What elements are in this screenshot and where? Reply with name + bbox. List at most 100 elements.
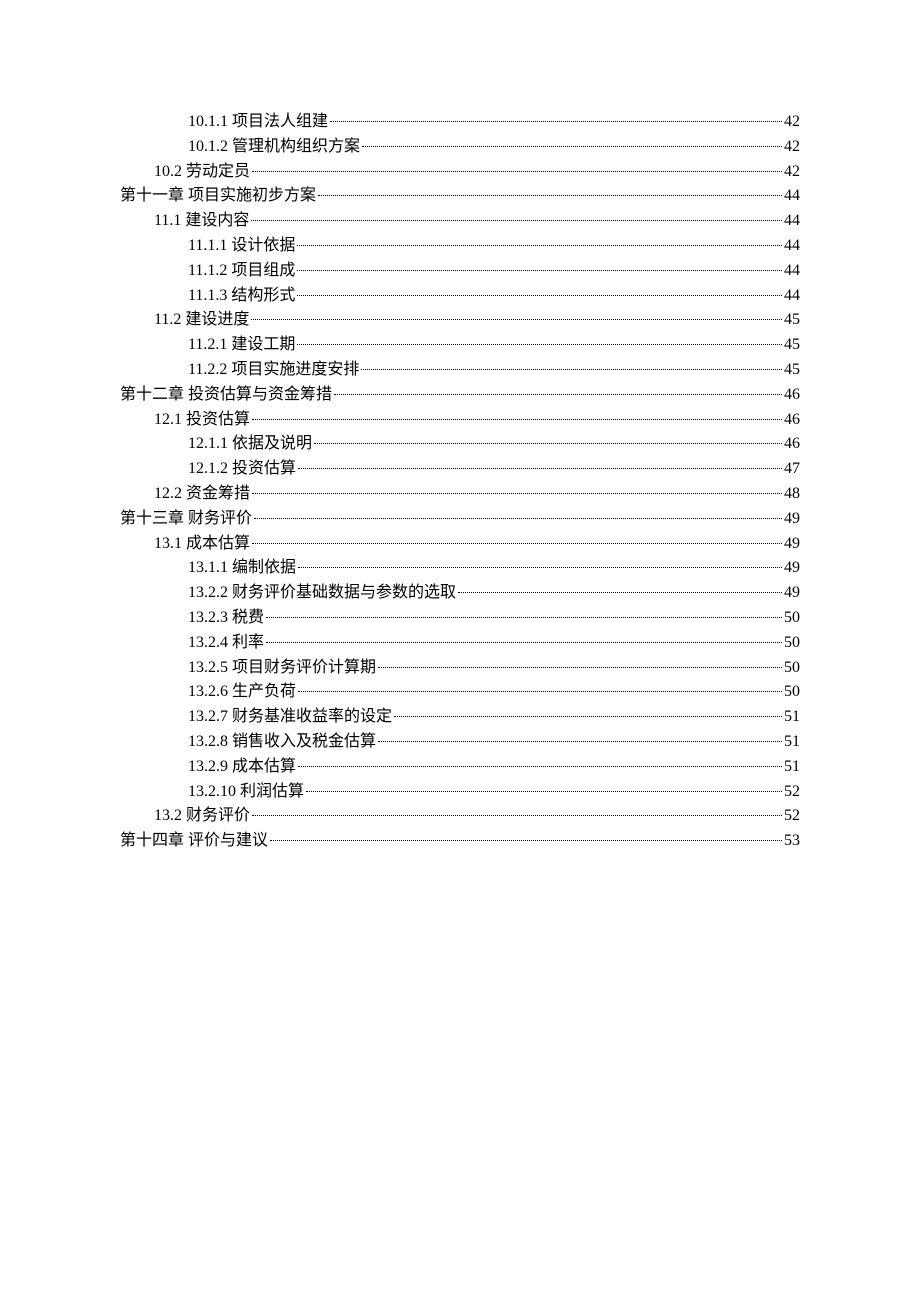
toc-entry-page: 51 — [784, 730, 800, 755]
toc-entry-page: 42 — [784, 110, 800, 135]
toc-entry-page: 49 — [784, 556, 800, 581]
toc-entry-page: 53 — [784, 829, 800, 854]
toc-entry-label: 11.1.3 结构形式 — [188, 284, 295, 309]
toc-leader-dots — [314, 443, 782, 444]
toc-entry: 10.2 劳动定员 42 — [120, 160, 800, 185]
toc-entry-label: 13.2.10 利润估算 — [188, 780, 304, 805]
toc-entry-label: 12.1.1 依据及说明 — [188, 432, 312, 457]
toc-entry-page: 50 — [784, 606, 800, 631]
toc-leader-dots — [252, 419, 782, 420]
toc-entry-label: 13.2.8 销售收入及税金估算 — [188, 730, 376, 755]
toc-entry-label: 11.1.2 项目组成 — [188, 259, 295, 284]
toc-entry-label: 11.2.1 建设工期 — [188, 333, 295, 358]
toc-entry: 13.2.6 生产负荷 50 — [120, 680, 800, 705]
toc-entry: 13.2.4 利率50 — [120, 631, 800, 656]
toc-leader-dots — [270, 840, 782, 841]
toc-leader-dots — [298, 567, 782, 568]
toc-leader-dots — [298, 691, 782, 692]
toc-entry-label: 13.2 财务评价 — [154, 804, 250, 829]
toc-entry-label: 10.1.2 管理机构组织方案 — [188, 135, 360, 160]
toc-leader-dots — [378, 667, 782, 668]
toc-entry-page: 45 — [784, 333, 800, 358]
toc-entry-label: 第十四章 评价与建议 — [120, 829, 268, 854]
toc-entry-page: 50 — [784, 680, 800, 705]
toc-leader-dots — [251, 319, 782, 320]
toc-entry-page: 44 — [784, 184, 800, 209]
toc-leader-dots — [297, 344, 782, 345]
toc-leader-dots — [252, 493, 782, 494]
toc-entry: 13.2.8 销售收入及税金估算 51 — [120, 730, 800, 755]
toc-leader-dots — [297, 270, 782, 271]
toc-entry-label: 13.1 成本估算 — [154, 532, 250, 557]
toc-entry-page: 49 — [784, 581, 800, 606]
toc-entry-page: 50 — [784, 631, 800, 656]
toc-leader-dots — [298, 766, 782, 767]
toc-entry-label: 13.2.6 生产负荷 — [188, 680, 296, 705]
toc-entry-page: 47 — [784, 457, 800, 482]
toc-entry: 13.1 成本估算 49 — [120, 532, 800, 557]
toc-entry: 第十一章 项目实施初步方案 44 — [120, 184, 800, 209]
toc-entry: 10.1.1 项目法人组建 42 — [120, 110, 800, 135]
toc-entry-page: 44 — [784, 284, 800, 309]
toc-leader-dots — [362, 146, 782, 147]
toc-entry: 11.2.2 项目实施进度安排45 — [120, 358, 800, 383]
toc-entry-label: 11.2.2 项目实施进度安排 — [188, 358, 359, 383]
toc-leader-dots — [394, 716, 782, 717]
toc-entry-page: 44 — [784, 234, 800, 259]
toc-entry: 12.2 资金筹措 48 — [120, 482, 800, 507]
toc-entry-label: 12.2 资金筹措 — [154, 482, 250, 507]
toc-entry-page: 42 — [784, 160, 800, 185]
toc-entry: 11.1.2 项目组成 44 — [120, 259, 800, 284]
toc-entry-page: 46 — [784, 432, 800, 457]
toc-entry-page: 52 — [784, 780, 800, 805]
toc-leader-dots — [252, 171, 782, 172]
toc-entry-label: 第十二章 投资估算与资金筹措 — [120, 383, 332, 408]
toc-leader-dots — [298, 468, 782, 469]
toc-entry-label: 13.2.5 项目财务评价计算期 — [188, 656, 376, 681]
toc-leader-dots — [252, 815, 782, 816]
toc-entry: 12.1.2 投资估算47 — [120, 457, 800, 482]
toc-entry: 13.2.7 财务基准收益率的设定 51 — [120, 705, 800, 730]
toc-entry-label: 13.2.7 财务基准收益率的设定 — [188, 705, 392, 730]
toc-entry: 13.2.9 成本估算51 — [120, 755, 800, 780]
toc-leader-dots — [318, 195, 782, 196]
toc-leader-dots — [251, 220, 782, 221]
toc-entry-label: 11.1 建设内容 — [154, 209, 249, 234]
toc-entry: 11.2 建设进度45 — [120, 308, 800, 333]
toc-entry: 11.1.1 设计依据 44 — [120, 234, 800, 259]
toc-leader-dots — [378, 741, 782, 742]
toc-leader-dots — [458, 592, 782, 593]
toc-entry-page: 44 — [784, 259, 800, 284]
toc-entry: 第十三章 财务评价49 — [120, 507, 800, 532]
toc-leader-dots — [361, 369, 782, 370]
toc-entry: 11.2.1 建设工期 45 — [120, 333, 800, 358]
toc-entry-label: 10.1.1 项目法人组建 — [188, 110, 328, 135]
toc-leader-dots — [297, 295, 782, 296]
toc-entry-label: 10.2 劳动定员 — [154, 160, 250, 185]
toc-entry-label: 第十一章 项目实施初步方案 — [120, 184, 316, 209]
toc-leader-dots — [334, 394, 782, 395]
toc-entry: 13.2.2 财务评价基础数据与参数的选取 49 — [120, 581, 800, 606]
toc-entry-page: 46 — [784, 383, 800, 408]
toc-entry: 11.1 建设内容44 — [120, 209, 800, 234]
toc-leader-dots — [266, 642, 782, 643]
toc-entry: 13.2.3 税费50 — [120, 606, 800, 631]
toc-entry-label: 11.2 建设进度 — [154, 308, 249, 333]
toc-entry-label: 11.1.1 设计依据 — [188, 234, 295, 259]
toc-entry: 10.1.2 管理机构组织方案 42 — [120, 135, 800, 160]
toc-entry-label: 13.1.1 编制依据 — [188, 556, 296, 581]
toc-leader-dots — [297, 245, 782, 246]
toc-entry-page: 48 — [784, 482, 800, 507]
toc-entry: 13.2.5 项目财务评价计算期50 — [120, 656, 800, 681]
toc-entry: 12.1.1 依据及说明 46 — [120, 432, 800, 457]
toc-entry-page: 42 — [784, 135, 800, 160]
toc-entry-label: 12.1 投资估算 — [154, 408, 250, 433]
toc-leader-dots — [266, 617, 782, 618]
toc-entry-page: 49 — [784, 532, 800, 557]
toc-leader-dots — [254, 518, 782, 519]
toc-entry-label: 13.2.9 成本估算 — [188, 755, 296, 780]
toc-entry-label: 13.2.2 财务评价基础数据与参数的选取 — [188, 581, 456, 606]
toc-entry-page: 51 — [784, 705, 800, 730]
toc-entry-label: 第十三章 财务评价 — [120, 507, 252, 532]
toc-entry: 11.1.3 结构形式 44 — [120, 284, 800, 309]
